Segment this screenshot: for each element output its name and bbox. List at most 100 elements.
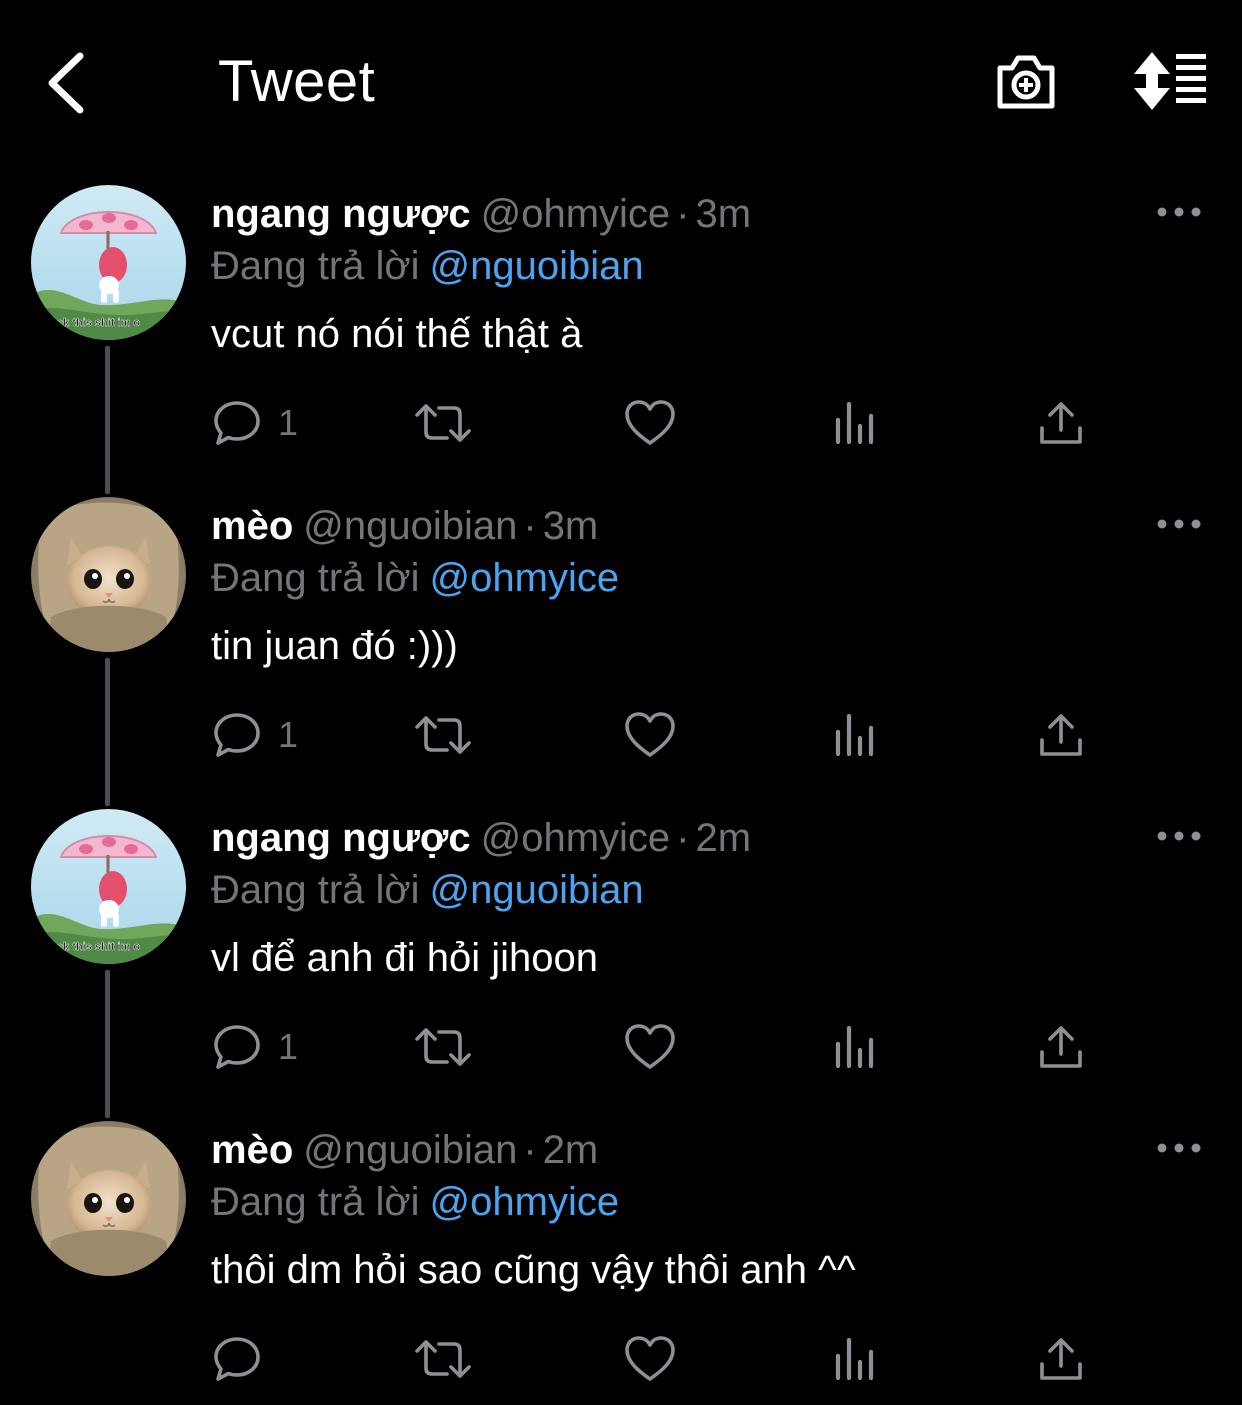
avatar-umbrella-avatar[interactable]: ck this shit im o — [31, 809, 186, 964]
reply-count: 1 — [278, 1026, 299, 1067]
view-activity-button[interactable] — [832, 1331, 880, 1387]
sort-lines-icon — [1134, 52, 1206, 110]
share-upload-icon — [1040, 402, 1082, 444]
more-options-button[interactable] — [1156, 198, 1202, 226]
reply-count: 1 — [278, 402, 299, 443]
more-options-button[interactable] — [1156, 822, 1202, 850]
svg-text:ck this shit im o: ck this shit im o — [57, 317, 140, 329]
reply-button[interactable]: 1 — [212, 1019, 298, 1075]
cat-photo-image — [31, 497, 186, 652]
separator-dot: · — [523, 1128, 537, 1172]
display-name[interactable]: mèo — [211, 504, 293, 548]
display-name[interactable]: mèo — [211, 1128, 293, 1172]
reply-bubble-icon — [214, 1337, 260, 1381]
tweet-2[interactable]: mèo @nguoibian · 3m Đang trả lời @ohmyice ti… — [0, 482, 1242, 806]
view-activity-button[interactable] — [832, 707, 880, 763]
share-upload-icon — [1040, 1026, 1082, 1068]
umbrella-character-image: ck this shit im o — [31, 185, 186, 340]
reply-thread: ck this shit im o ngang ngược @ohmyice · 3m… — [0, 170, 1242, 1405]
retweet-icon — [415, 1028, 471, 1066]
tweet-3[interactable]: ck this shit im o ngang ngược @ohmyice · 2m… — [0, 794, 1242, 1118]
tweet-1[interactable]: ck this shit im o ngang ngược @ohmyice · 3m… — [0, 170, 1242, 494]
retweet-button[interactable] — [414, 707, 472, 763]
sort-replies-button[interactable] — [1130, 50, 1210, 112]
reply-bubble-icon — [214, 1025, 260, 1069]
user-handle: @ohmyice — [480, 192, 671, 236]
user-handle: @ohmyice — [480, 816, 671, 860]
retweet-icon — [415, 1340, 471, 1378]
retweet-icon — [415, 716, 471, 754]
user-handle: @nguoibian — [303, 504, 518, 548]
like-button[interactable] — [624, 1331, 676, 1387]
share-upload-icon — [1040, 1338, 1082, 1380]
replying-to-line: Đang trả lời @nguoibian — [211, 866, 644, 914]
view-activity-button[interactable] — [832, 1019, 880, 1075]
more-options-button[interactable] — [1156, 510, 1202, 538]
tweet-header: ngang ngược @ohmyice · 3m — [211, 190, 751, 238]
like-button[interactable] — [624, 395, 676, 451]
tweet-header: mèo @nguoibian · 2m — [211, 1126, 598, 1174]
retweet-button[interactable] — [414, 1331, 472, 1387]
reply-bubble-icon — [214, 401, 260, 445]
share-button[interactable] — [1036, 1019, 1086, 1075]
bar-chart-icon — [835, 401, 874, 445]
share-button[interactable] — [1036, 1331, 1086, 1387]
share-upload-icon — [1040, 714, 1082, 756]
retweet-button[interactable] — [414, 1019, 472, 1075]
replying-label: Đang trả lời — [211, 244, 420, 288]
retweet-button[interactable] — [414, 395, 472, 451]
tweet-actions: 1 — [0, 1019, 1242, 1079]
tweet-4[interactable]: mèo @nguoibian · 2m Đang trả lời @ohmyice th… — [0, 1106, 1242, 1405]
reply-button[interactable]: 1 — [212, 395, 298, 451]
umbrella-character-image: ck this shit im o — [31, 809, 186, 964]
share-button[interactable] — [1036, 707, 1086, 763]
avatar-cat-avatar[interactable] — [31, 497, 186, 652]
replying-label: Đang trả lời — [211, 1180, 420, 1224]
camera-plus-icon — [997, 55, 1055, 109]
replying-to-mention[interactable]: @ohmyice — [430, 1180, 620, 1224]
display-name[interactable]: ngang ngược — [211, 816, 471, 860]
page-title: Tweet — [218, 49, 376, 114]
replying-to-mention[interactable]: @nguoibian — [430, 244, 644, 288]
cat-photo-image — [31, 1121, 186, 1276]
reply-button[interactable] — [212, 1331, 278, 1387]
tweet-actions: 1 — [0, 707, 1242, 767]
camera-button[interactable] — [994, 52, 1058, 112]
separator-dot: · — [676, 816, 690, 860]
replying-label: Đang trả lời — [211, 868, 420, 912]
reply-bubble-icon — [214, 713, 260, 757]
reply-count: 1 — [278, 714, 299, 755]
separator-dot: · — [523, 504, 537, 548]
avatar-umbrella-avatar[interactable]: ck this shit im o — [31, 185, 186, 340]
timestamp: 3m — [695, 192, 752, 236]
view-activity-button[interactable] — [832, 395, 880, 451]
bar-chart-icon — [835, 713, 874, 757]
replying-label: Đang trả lời — [211, 556, 420, 600]
more-options-button[interactable] — [1156, 1134, 1202, 1162]
back-button[interactable] — [40, 50, 96, 116]
more-dots-icon — [1157, 831, 1201, 841]
reply-button[interactable]: 1 — [212, 707, 298, 763]
like-button[interactable] — [624, 707, 676, 763]
replying-to-mention[interactable]: @nguoibian — [430, 868, 644, 912]
tweet-actions — [0, 1331, 1242, 1391]
replying-to-mention[interactable]: @ohmyice — [430, 556, 620, 600]
retweet-icon — [415, 404, 471, 442]
svg-text:ck this shit im o: ck this shit im o — [57, 941, 140, 953]
heart-icon — [625, 1336, 675, 1381]
chevron-left-icon — [48, 52, 84, 114]
timestamp: 2m — [542, 1128, 599, 1172]
tweet-text: tin juan đó :))) — [211, 624, 458, 668]
heart-icon — [625, 712, 675, 757]
timestamp: 2m — [695, 816, 752, 860]
tweet-thread-screen: Tweet ck this shit im o ngang ngược @ohm… — [0, 0, 1242, 1405]
display-name[interactable]: ngang ngược — [211, 192, 471, 236]
tweet-text: vcut nó nói thế thật à — [211, 312, 583, 356]
avatar-cat-avatar[interactable] — [31, 1121, 186, 1276]
like-button[interactable] — [624, 1019, 676, 1075]
timestamp: 3m — [542, 504, 599, 548]
tweet-header: mèo @nguoibian · 3m — [211, 502, 598, 550]
replying-to-line: Đang trả lời @ohmyice — [211, 554, 619, 602]
share-button[interactable] — [1036, 395, 1086, 451]
tweet-text: thôi dm hỏi sao cũng vậy thôi anh ^^ — [211, 1248, 856, 1292]
